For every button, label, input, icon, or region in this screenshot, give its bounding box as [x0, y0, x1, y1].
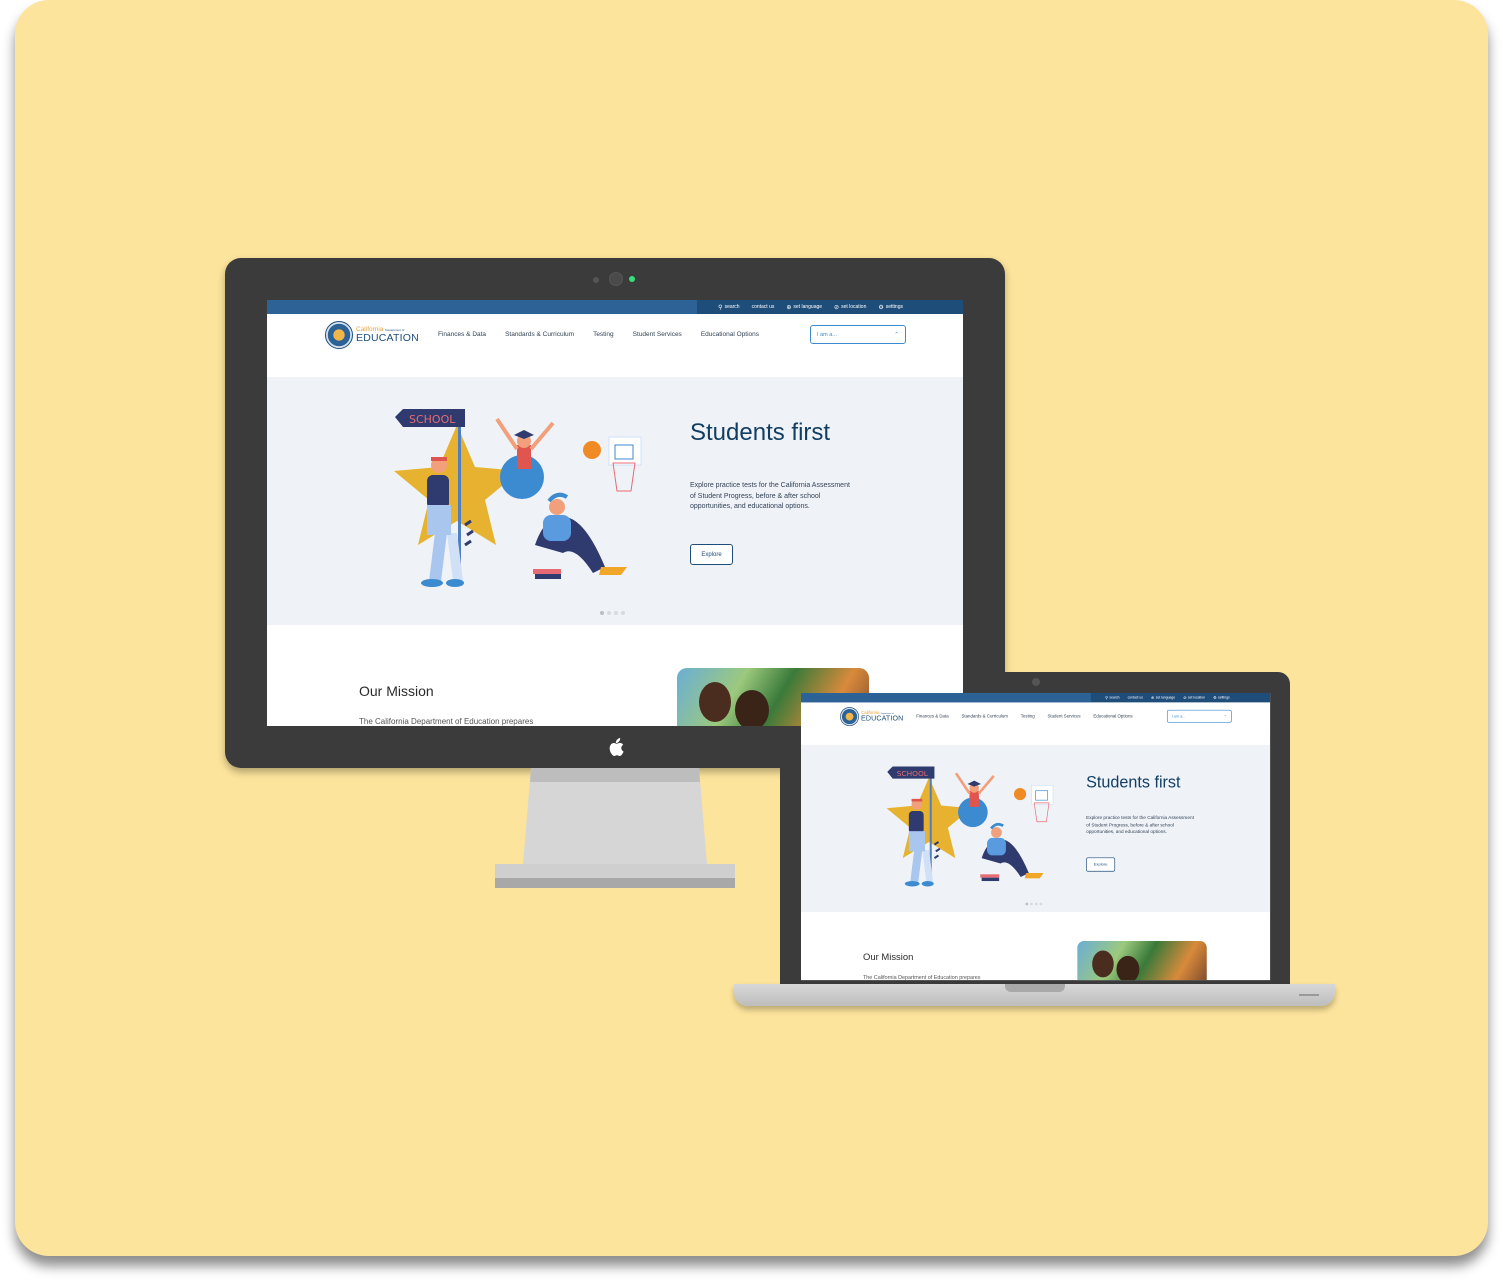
hero-description: Explore practice tests for the Californi…	[1086, 815, 1194, 835]
explore-button[interactable]: Explore	[1086, 857, 1116, 872]
nav-standards-curriculum[interactable]: Standards & Curriculum	[505, 331, 574, 338]
site-header: California Department of EDUCATION Finan…	[267, 314, 963, 360]
utility-links: ⚲ search contact us ⊕ set language ⊘ set lo…	[718, 300, 903, 314]
utility-link-settings[interactable]: ⚙ settings	[878, 304, 903, 311]
site-header: California Department of EDUCATION Finan…	[801, 702, 1271, 734]
cde-logo[interactable]: California Department of EDUCATION	[840, 707, 903, 727]
cde-logo[interactable]: California Department of EDUCATION	[325, 321, 419, 349]
nav-finances-data[interactable]: Finances & Data	[438, 331, 486, 338]
utility-bar: ⚲ search contact us ⊕ set language ⊘ set lo…	[267, 300, 963, 314]
utility-link-contact[interactable]: contact us	[1128, 696, 1143, 700]
imac-stand	[495, 768, 735, 888]
svg-text:SCHOOL: SCHOOL	[409, 413, 456, 426]
nav-educational-options[interactable]: Educational Options	[701, 331, 759, 338]
utility-link-search[interactable]: ⚲ search	[718, 304, 739, 311]
carousel-dot[interactable]	[1039, 902, 1043, 906]
mission-heading: Our Mission	[359, 683, 434, 699]
nav-student-services[interactable]: Student Services	[1047, 714, 1080, 719]
laptop-screen: ⚲ search contact us ⊕ set language ⊘ set lo…	[801, 693, 1271, 981]
utility-link-language[interactable]: ⊕ set language	[786, 304, 822, 311]
utility-link-location[interactable]: ⊘ set location	[834, 304, 866, 311]
main-nav: Finances & Data Standards & Curriculum T…	[438, 331, 759, 338]
search-icon: ⚲	[718, 304, 723, 311]
mission-text: The California Department of Education p…	[863, 974, 981, 981]
carousel-dot[interactable]	[600, 611, 604, 615]
globe-icon: ⊕	[786, 304, 792, 311]
role-select[interactable]: I am a... ⌃	[810, 325, 906, 344]
students-illustration: SCHOOL	[394, 409, 642, 587]
svg-text:SCHOOL: SCHOOL	[897, 769, 929, 778]
utility-link-settings[interactable]: ⚙ settings	[1213, 695, 1230, 700]
carousel-dot[interactable]	[607, 611, 611, 615]
nav-testing[interactable]: Testing	[1021, 714, 1035, 719]
utility-bar-accent	[267, 300, 697, 314]
location-icon: ⊘	[834, 304, 840, 311]
chevron-up-icon: ⌃	[1223, 714, 1227, 719]
main-nav: Finances & Data Standards & Curriculum T…	[916, 714, 1132, 719]
carousel-dot[interactable]	[1034, 902, 1038, 906]
chevron-up-icon: ⌃	[894, 331, 899, 338]
nav-standards-curriculum[interactable]: Standards & Curriculum	[961, 714, 1008, 719]
explore-button[interactable]: Explore	[690, 544, 733, 565]
hero-banner: SCHOOL Students first Explore practice t…	[267, 377, 963, 625]
mission-text: The California Department of Education p…	[359, 717, 534, 726]
students-illustration: SCHOOL	[886, 766, 1054, 887]
hero-title: Students first	[690, 419, 831, 446]
laptop-vent	[1299, 994, 1319, 996]
laptop-notch	[1005, 984, 1065, 992]
role-select[interactable]: I am a... ⌃	[1166, 709, 1232, 723]
gear-icon: ⚙	[878, 304, 884, 311]
imac-screen: ⚲ search contact us ⊕ set language ⊘ set lo…	[267, 300, 963, 726]
location-icon: ⊘	[1183, 696, 1187, 701]
hero-title: Students first	[1086, 773, 1181, 792]
camera-icon	[1032, 678, 1040, 686]
carousel-dot[interactable]	[614, 611, 618, 615]
camera-light	[629, 276, 635, 282]
mission-photo	[1077, 941, 1207, 981]
carousel-dots	[1025, 902, 1043, 906]
carousel-dot[interactable]	[1025, 902, 1029, 906]
nav-finances-data[interactable]: Finances & Data	[916, 714, 948, 719]
hero-banner: SCHOOL Students first Explore practice t…	[801, 744, 1271, 913]
mission-heading: Our Mission	[863, 951, 914, 962]
sensor-dot	[593, 277, 599, 283]
nav-educational-options[interactable]: Educational Options	[1093, 714, 1132, 719]
nav-testing[interactable]: Testing	[593, 331, 614, 338]
carousel-dot[interactable]	[621, 611, 625, 615]
utility-link-contact[interactable]: contact us	[752, 304, 775, 310]
hero-description: Explore practice tests for the Californi…	[690, 482, 850, 510]
nav-student-services[interactable]: Student Services	[633, 331, 682, 338]
utility-link-location[interactable]: ⊘ set location	[1183, 695, 1205, 700]
camera-icon	[609, 272, 623, 286]
globe-icon: ⊕	[1151, 696, 1155, 701]
utility-link-search[interactable]: ⚲ search	[1105, 695, 1119, 700]
state-seal-icon	[840, 707, 859, 727]
laptop-base	[734, 984, 1335, 1006]
utility-bar-accent	[801, 693, 1091, 703]
gear-icon: ⚙	[1213, 696, 1217, 701]
carousel-dots	[600, 611, 625, 615]
utility-link-language[interactable]: ⊕ set language	[1151, 695, 1175, 700]
utility-bar: ⚲ search contact us ⊕ set language ⊘ set lo…	[801, 693, 1271, 703]
carousel-dot[interactable]	[1030, 902, 1033, 906]
utility-links: ⚲ search contact us ⊕ set language ⊘ set lo…	[1105, 693, 1230, 702]
apple-logo-icon	[609, 738, 624, 756]
state-seal-icon	[325, 321, 353, 349]
search-icon: ⚲	[1105, 696, 1109, 701]
